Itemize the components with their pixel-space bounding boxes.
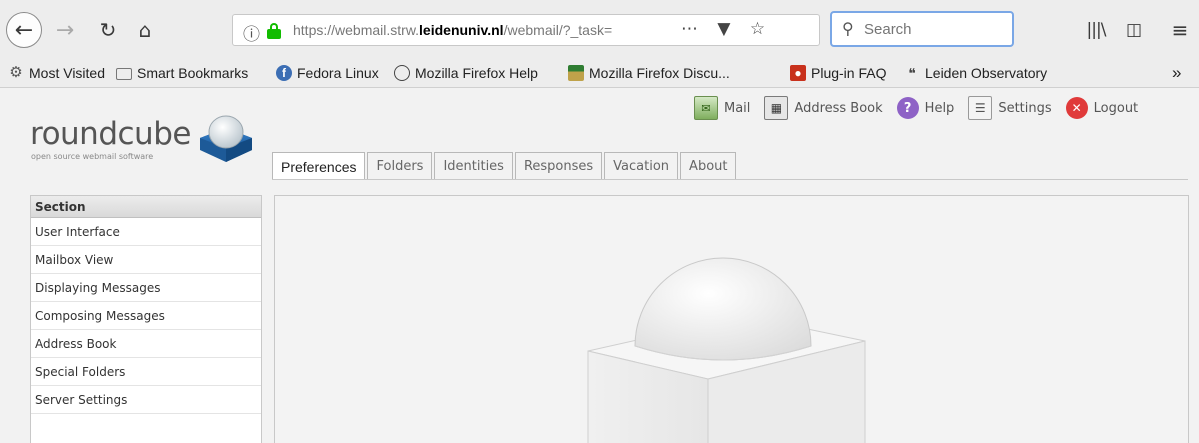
url-domain: leidenuniv.nl [419,22,504,38]
library-icon[interactable]: |||\ [1082,14,1110,46]
fedora-icon: f [276,65,292,81]
folder-icon [116,68,132,80]
nav-settings-button[interactable]: ☰ Settings [968,96,1052,120]
nav-help-button[interactable]: ? Help [896,97,955,119]
bookmarks-toolbar: ⚙ Most Visited Smart Bookmarks f Fedora … [0,62,1199,88]
help-icon: ? [896,97,919,119]
bookmark-smart-bookmarks[interactable]: Smart Bookmarks [116,65,248,81]
sidebar-icon[interactable]: ◫ [1120,14,1148,46]
nav-label: Settings [998,100,1052,116]
tab-responses[interactable]: Responses [514,152,603,179]
plugin-icon: ● [790,65,806,81]
bookmark-plugin-faq[interactable]: ● Plug-in FAQ [790,65,886,81]
url-prefix: https://webmail.strw. [293,22,420,38]
roundcube-app: roundcube open source webmail software ✉… [0,88,1199,443]
roundcube-watermark-image [587,257,866,443]
logo-tagline: open source webmail software [31,152,154,161]
nav-label: Mail [724,100,751,116]
tab-identities[interactable]: Identities [434,152,513,179]
url-text[interactable]: https://webmail.strw.leidenuniv.nl/webma… [293,22,612,38]
roundcube-cube-icon [200,115,252,162]
tab-folders[interactable]: Folders [367,152,433,179]
tab-about[interactable]: About [680,152,737,179]
bookmark-label: Leiden Observatory [925,65,1048,81]
bookmark-label: Smart Bookmarks [137,65,249,81]
browser-toolbar: ← → ↻ ⌂ ⓘ https://webmail.strw.leidenuni… [0,0,1199,62]
nav-address-book-button[interactable]: ▦ Address Book [764,96,883,120]
section-displaying-messages[interactable]: Displaying Messages [31,274,261,302]
bookmark-label: Plug-in FAQ [811,65,887,81]
address-book-icon: ▦ [764,96,789,120]
bookmark-label: Mozilla Firefox Discu... [589,65,730,81]
nav-label: Help [924,100,955,116]
hamburger-menu-icon[interactable]: ≡ [1166,14,1194,46]
zine-icon [568,65,584,81]
bookmark-leiden-observatory[interactable]: ❝ Leiden Observatory [904,65,1047,81]
mail-icon: ✉ [694,96,718,120]
section-list: Section User Interface Mailbox View Disp… [30,195,262,443]
url-path: /webmail/?_task= [503,22,613,38]
home-icon[interactable]: ⌂ [130,14,160,46]
bookmark-most-visited[interactable]: ⚙ Most Visited [8,64,105,82]
tab-vacation[interactable]: Vacation [604,152,679,179]
url-bar[interactable]: ⓘ https://webmail.strw.leidenuniv.nl/web… [232,14,820,46]
search-icon: ⚲ [842,19,854,38]
search-input[interactable] [864,18,1009,40]
reload-icon[interactable]: ↻ [94,14,122,46]
forward-arrow-icon[interactable]: → [50,14,80,46]
section-server-settings[interactable]: Server Settings [31,386,261,414]
nav-mail-button[interactable]: ✉ Mail [694,96,750,120]
bookmark-label: Fedora Linux [297,65,379,81]
logo-wordmark: roundcube [30,116,191,152]
tabs-divider [272,179,1188,180]
logout-icon: ✕ [1065,97,1088,119]
roundcube-logo[interactable]: roundcube open source webmail software [30,102,260,172]
search-box[interactable]: ⚲ [830,11,1014,47]
back-arrow-icon[interactable]: ← [6,12,42,48]
bookmark-firefox-help[interactable]: Mozilla Firefox Help [394,65,538,81]
section-address-book[interactable]: Address Book [31,330,261,358]
section-mailbox-view[interactable]: Mailbox View [31,246,261,274]
nav-label: Logout [1093,100,1139,116]
preferences-content [274,195,1189,443]
section-list-header: Section [31,196,261,218]
bookmark-firefox-discuss[interactable]: Mozilla Firefox Discu... [568,65,730,81]
nav-label: Address Book [794,100,883,116]
more-dots-icon[interactable]: ⋯ [681,19,698,39]
settings-icon: ☰ [968,96,993,120]
top-navigation: ✉ Mail ▦ Address Book ? Help ☰ Settings … [694,96,1152,120]
gear-icon: ⚙ [9,64,23,81]
tab-preferences[interactable]: Preferences [272,152,366,180]
section-user-interface[interactable]: User Interface [31,218,261,246]
star-icon[interactable]: ☆ [750,19,765,39]
pocket-icon[interactable]: ▼ [717,19,730,39]
bookmark-fedora-linux[interactable]: f Fedora Linux [276,65,379,81]
nav-logout-button[interactable]: ✕ Logout [1065,97,1139,119]
bookmark-label: Mozilla Firefox Help [415,65,538,81]
settings-tabs: Preferences Folders Identities Responses… [272,152,738,180]
info-icon[interactable]: ⓘ [243,20,260,45]
globe-icon [394,65,410,81]
bookmark-label: Most Visited [29,65,105,81]
rss-icon: ❝ [908,65,916,81]
section-composing-messages[interactable]: Composing Messages [31,302,261,330]
chevron-right-icon[interactable]: » [1172,63,1181,83]
lock-icon[interactable] [267,23,281,39]
section-special-folders[interactable]: Special Folders [31,358,261,386]
